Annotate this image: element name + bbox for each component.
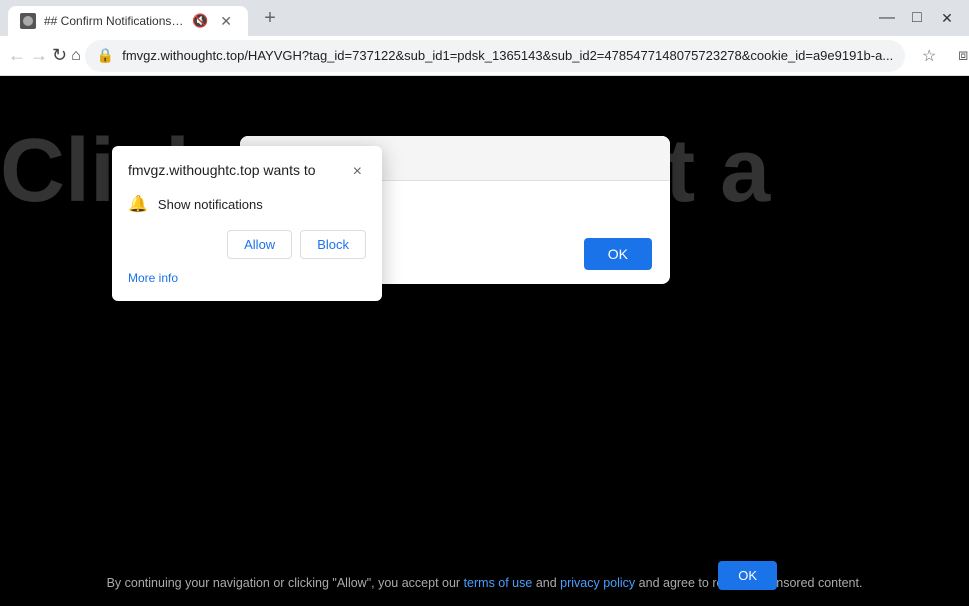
window-controls: — □ ✕ [873,4,961,32]
bell-icon: 🔔 [128,194,148,214]
new-tab-button[interactable]: + [256,4,284,32]
notif-dialog-header: fmvgz.withoughtc.top wants to × [128,162,366,182]
close-window-button[interactable]: ✕ [933,4,961,32]
reload-button[interactable]: ↻ [52,40,67,72]
footer-text-before: By continuing your navigation or clickin… [107,576,464,590]
notif-dialog-title: fmvgz.withoughtc.top wants to [128,162,316,178]
bookmark-button[interactable]: ☆ [913,40,945,72]
notif-item: 🔔 Show notifications [128,194,366,214]
url-text: fmvgz.withoughtc.top/HAYVGH?tag_id=73712… [122,48,893,63]
privacy-link[interactable]: privacy policy [560,576,635,590]
browser-toolbar: ← → ↻ ⌂ 🔒 fmvgz.withoughtc.top/HAYVGH?ta… [0,36,969,76]
tab-favicon [20,13,36,29]
active-tab[interactable]: ## Confirm Notifications ## 🔇 ✕ [8,6,248,36]
home-button[interactable]: ⌂ [71,40,81,72]
extensions-button[interactable]: ⧈ [947,40,969,72]
minimize-button[interactable]: — [873,4,901,32]
lock-icon: 🔒 [97,47,114,64]
bottom-ok-button[interactable]: OK [718,561,777,590]
page-footer: By continuing your navigation or clickin… [0,560,969,606]
address-bar[interactable]: 🔒 fmvgz.withoughtc.top/HAYVGH?tag_id=737… [85,40,905,72]
maximize-button[interactable]: □ [903,4,931,32]
more-info-link[interactable]: More info [128,271,366,285]
tab-mute-icon[interactable]: 🔇 [192,13,208,29]
notif-action-buttons: Allow Block [128,230,366,259]
allow-button[interactable]: Allow [227,230,292,259]
tab-bar: ## Confirm Notifications ## 🔇 ✕ + — □ ✕ [0,0,969,36]
notif-close-button[interactable]: × [349,162,366,182]
toolbar-actions: ☆ ⧈ ○ ⋮ [913,40,969,72]
browser-frame: ## Confirm Notifications ## 🔇 ✕ + — □ ✕ … [0,0,969,606]
back-button[interactable]: ← [8,40,26,72]
footer-middle: and [532,576,560,590]
terms-link[interactable]: terms of use [464,576,533,590]
page-content: Click... u are not a fmvgz.withoughtc.to… [0,76,969,606]
tab-title: ## Confirm Notifications ## [44,14,184,28]
alert-ok-button[interactable]: OK [584,238,652,270]
notification-permission-dialog: fmvgz.withoughtc.top wants to × 🔔 Show n… [112,146,382,301]
tab-close-button[interactable]: ✕ [216,11,236,32]
notif-item-label: Show notifications [158,197,263,212]
forward-button[interactable]: → [30,40,48,72]
block-button[interactable]: Block [300,230,366,259]
